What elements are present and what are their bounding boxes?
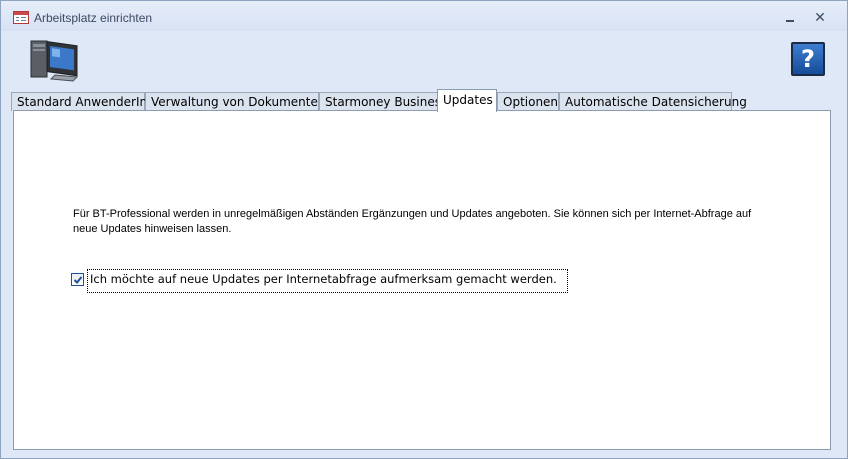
tab-optionen[interactable]: Optionen — [497, 92, 559, 111]
window-title: Arbeitsplatz einrichten — [34, 11, 153, 25]
tab-starmoney-business[interactable]: Starmoney Business — [319, 92, 447, 111]
help-icon: ? — [801, 45, 815, 73]
tab-standard-anwenderin[interactable]: Standard AnwenderIn — [11, 92, 147, 111]
updates-info-line-1: Für BT-Professional werden in unregelmäß… — [73, 208, 752, 220]
window: Arbeitsplatz einrichten ✕ ? Standard Anw… — [0, 0, 848, 459]
tab-updates[interactable]: Updates — [437, 89, 497, 112]
update-notification-checkbox[interactable] — [71, 273, 84, 286]
form-icon — [13, 11, 29, 24]
minimize-button[interactable] — [777, 7, 803, 27]
tab-automatische-datensicherung[interactable]: Automatische Datensicherung — [559, 92, 747, 111]
check-icon — [73, 276, 83, 284]
title-bar: Arbeitsplatz einrichten ✕ — [1, 1, 847, 31]
tab-verwaltung-von-dokumenten[interactable]: Verwaltung von Dokumenten — [145, 92, 325, 111]
computer-icon — [29, 35, 83, 83]
help-button[interactable]: ? — [791, 42, 825, 76]
update-notification-label[interactable]: Ich möchte auf neue Updates per Internet… — [87, 269, 568, 293]
close-button[interactable]: ✕ — [807, 7, 833, 27]
updates-panel: Für BT-Professional werden in unregelmäß… — [13, 110, 831, 450]
updates-info-line-2: neue Updates hinweisen lassen. — [73, 223, 232, 235]
minimize-icon — [786, 20, 794, 22]
updates-info-text: Für BT-Professional werden in unregelmäß… — [73, 207, 763, 237]
